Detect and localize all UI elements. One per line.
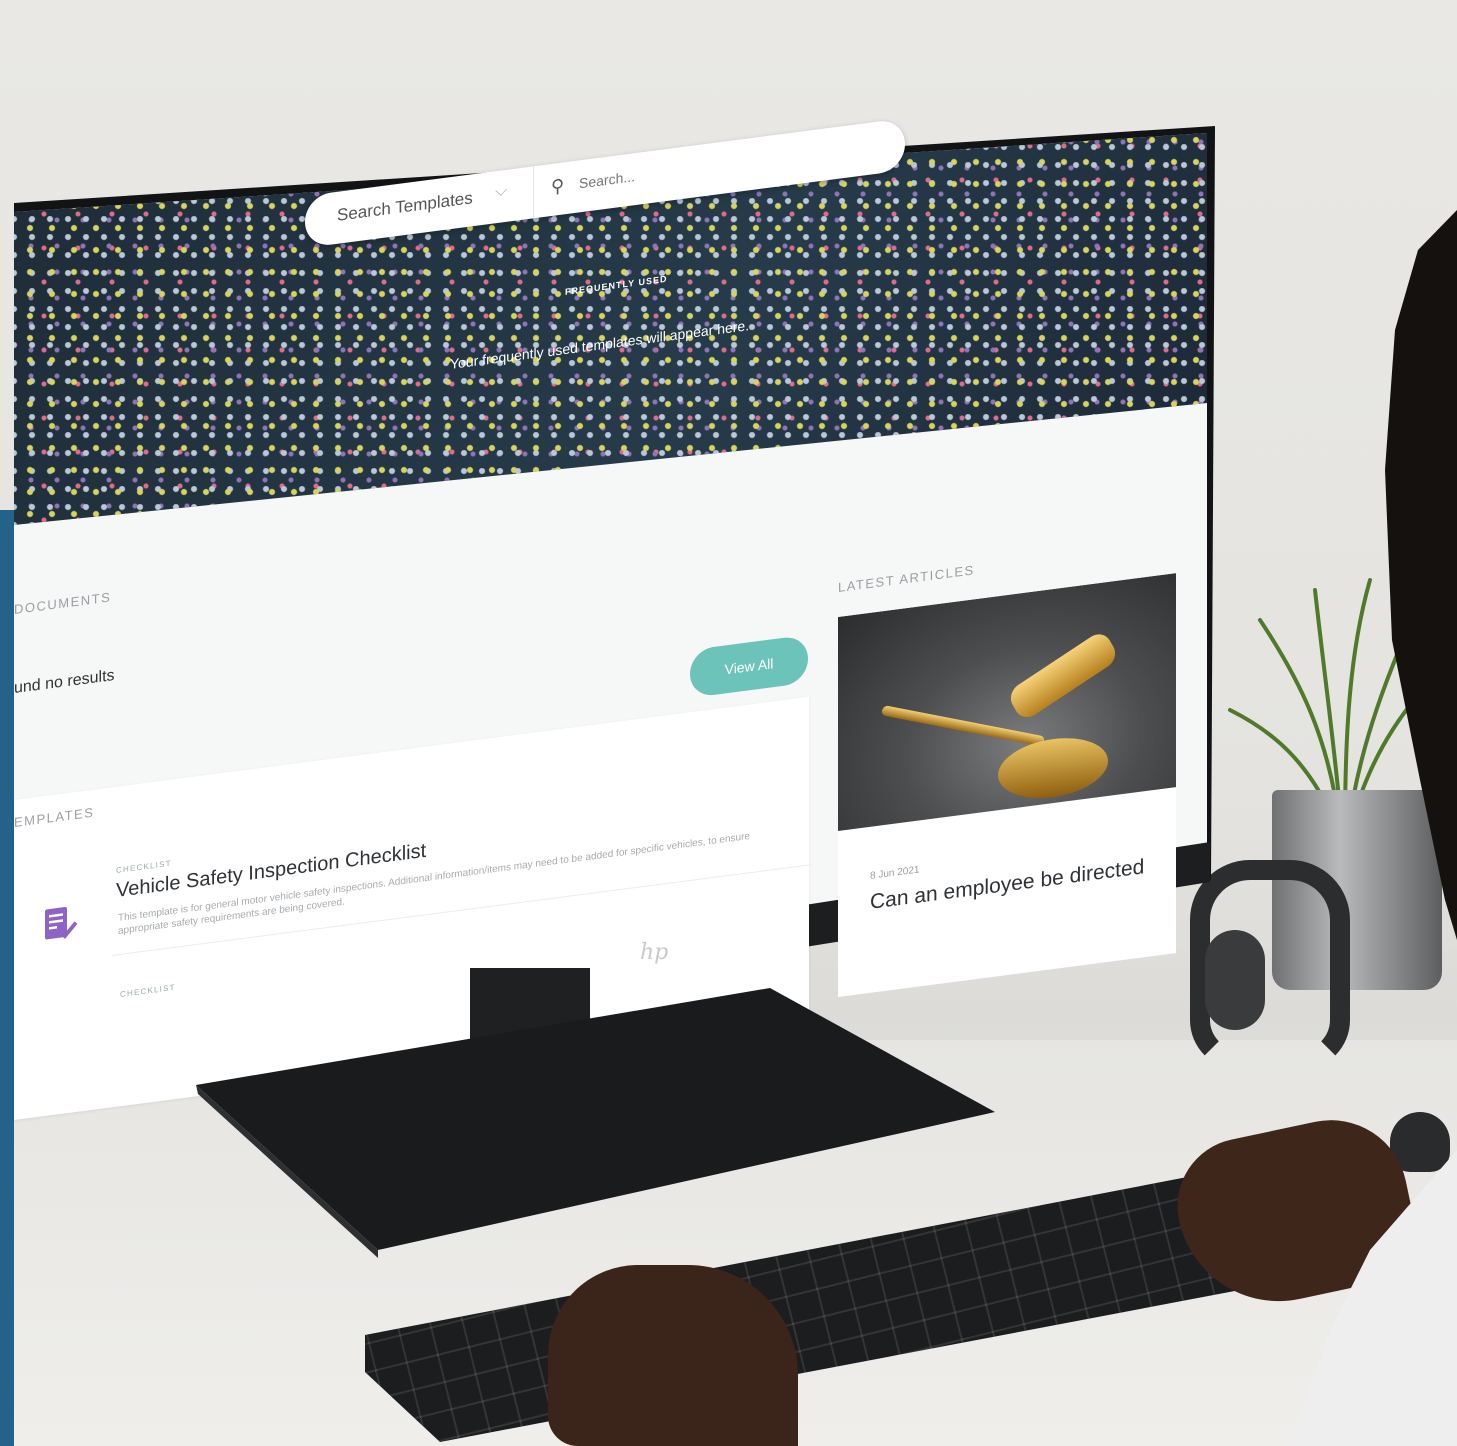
view-all-button[interactable]: View All bbox=[690, 634, 808, 698]
left-hand bbox=[548, 1265, 798, 1446]
hp-logo: hp bbox=[640, 940, 669, 965]
search-divider bbox=[533, 166, 534, 219]
chevron-down-icon[interactable]: ⌵ bbox=[495, 182, 507, 202]
articles-section-label: LATEST ARTICLES bbox=[838, 562, 975, 595]
article-card[interactable]: 8 Jun 2021 Can an employee be directed bbox=[838, 573, 1176, 997]
article-title[interactable]: Can an employee be directed bbox=[870, 851, 1160, 916]
gavel-head bbox=[1005, 628, 1121, 723]
search-input[interactable] bbox=[577, 135, 881, 193]
article-date: 8 Jun 2021 bbox=[870, 864, 920, 882]
search-icon: ⚲ bbox=[551, 175, 565, 198]
frequently-used-empty-text: Your frequently used templates will appe… bbox=[450, 317, 750, 372]
checklist-icon bbox=[45, 906, 78, 940]
documents-empty-text: und no results bbox=[14, 666, 115, 697]
frequently-used-label: FREQUENTLY USED bbox=[565, 273, 668, 297]
article-image-gavel bbox=[838, 573, 1176, 831]
search-template-select[interactable]: Search Templates bbox=[337, 188, 473, 226]
search-bar: Search Templates ⌵ ⚲ bbox=[305, 118, 905, 248]
gavel-block bbox=[998, 731, 1108, 805]
documents-section-label: DOCUMENTS bbox=[14, 589, 112, 617]
